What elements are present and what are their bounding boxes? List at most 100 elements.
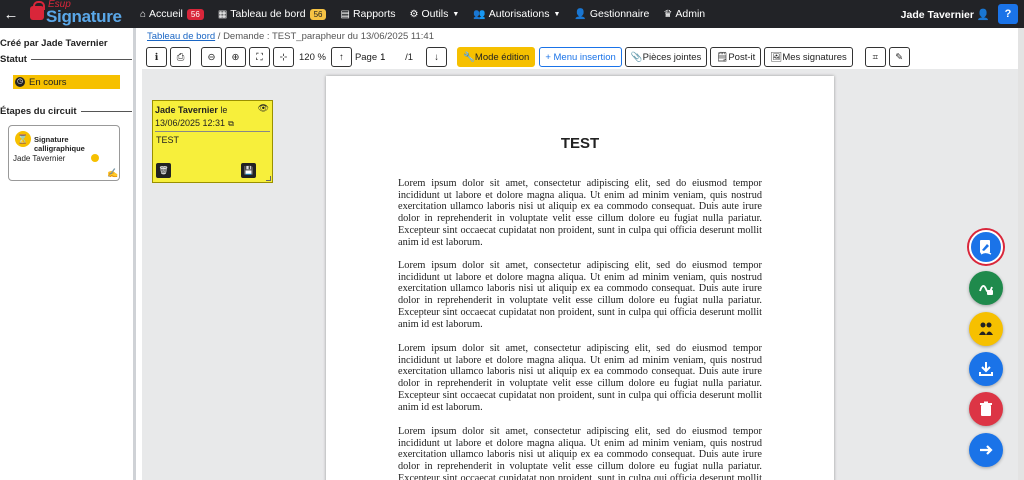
print-button[interactable]: ⎙ bbox=[170, 47, 191, 67]
scan-icon: ⌗ bbox=[872, 51, 878, 63]
zoom-out-button[interactable]: ⊖ bbox=[201, 47, 222, 67]
arrow-left-icon[interactable]: ← bbox=[0, 6, 22, 23]
zoom-in-button[interactable]: ⊕ bbox=[225, 47, 246, 67]
document-page: TEST Lorem ipsum dolor sit amet, consect… bbox=[326, 76, 834, 480]
transfer-fab[interactable] bbox=[969, 312, 1003, 346]
nav-item-gestionnaire[interactable]: 👤 Gestionnaire bbox=[574, 8, 649, 20]
postit-le: le bbox=[220, 105, 228, 115]
user-menu[interactable]: Jade Tavernier 👤 bbox=[901, 8, 990, 21]
nav-label: Accueil bbox=[149, 8, 183, 20]
postit-author: Jade Tavernier bbox=[155, 105, 218, 115]
expand-icon: ⛶ bbox=[256, 51, 263, 63]
delete-fab[interactable] bbox=[969, 392, 1003, 426]
document-title: TEST bbox=[560, 135, 600, 152]
postit-delete-button[interactable]: 🗑 bbox=[156, 163, 171, 178]
signature-icon bbox=[980, 240, 992, 255]
count-badge: 56 bbox=[186, 8, 204, 20]
draw-button[interactable]: ✎ bbox=[888, 47, 910, 67]
nav-item-admin[interactable]: ♛ Admin bbox=[663, 8, 705, 20]
sign-pdf-fab[interactable] bbox=[969, 271, 1003, 305]
help-button[interactable]: ? bbox=[998, 4, 1018, 24]
step-name: Signature calligraphique bbox=[34, 135, 85, 153]
nav-label: Autorisations bbox=[488, 8, 550, 20]
status-label: En cours bbox=[29, 76, 67, 88]
page-label: Page bbox=[354, 51, 378, 63]
nav-item-tableau-de-bord[interactable]: ▦ Tableau de bord 56 bbox=[218, 8, 327, 20]
fit-width-button[interactable]: ⊹ bbox=[273, 47, 294, 67]
resize-handle[interactable] bbox=[266, 176, 271, 181]
breadcrumb-link-dashboard[interactable]: Tableau de bord bbox=[147, 31, 215, 42]
prev-page-button[interactable]: ↑ bbox=[330, 47, 352, 67]
document-toolbar: ℹ ⎙ ⊖ ⊕ ⛶ ⊹ 120 % ↑ Page /1 ↓ 🔧Mode édit… bbox=[139, 45, 1024, 69]
sidebar: Créé par Jade Tavernier Statut ◷ En cour… bbox=[0, 28, 136, 480]
copy-icon[interactable]: ⧉ bbox=[228, 119, 234, 128]
next-fab[interactable] bbox=[969, 433, 1003, 467]
count-badge: 56 bbox=[309, 8, 327, 20]
nav-menu: ⌂ Accueil 56 ▦ Tableau de bord 56 ▤ Rapp… bbox=[140, 8, 719, 20]
nav-item-outils[interactable]: ⚙ Outils ▼ bbox=[410, 8, 460, 20]
nav-item-accueil[interactable]: ⌂ Accueil 56 bbox=[140, 8, 204, 20]
top-navbar: ← Esup Signature ⌂ Accueil 56 ▦ Tableau … bbox=[0, 0, 1024, 28]
postit-save-button[interactable]: 💾 bbox=[241, 163, 256, 178]
nav-item-rapports[interactable]: ▤ Rapports bbox=[340, 8, 395, 20]
paperclip-icon: 📎 bbox=[630, 51, 643, 63]
app-logo[interactable]: Esup Signature bbox=[22, 0, 132, 28]
download-icon bbox=[979, 362, 993, 376]
lock-icon bbox=[30, 1, 45, 20]
user-icon: 👤 bbox=[976, 9, 990, 21]
arrow-right-icon bbox=[980, 445, 993, 455]
my-signatures-button[interactable]: 🖼 Mes signatures bbox=[764, 47, 853, 67]
status-badge: ◷ En cours bbox=[13, 75, 120, 89]
sign-fab[interactable] bbox=[969, 230, 1003, 264]
trash-icon bbox=[980, 401, 992, 416]
trash-icon: 🗑 bbox=[158, 166, 169, 175]
users-icon: 👥 bbox=[473, 8, 486, 20]
zoom-in-icon: ⊕ bbox=[231, 51, 240, 63]
postit-button[interactable]: 🗒 Post-it bbox=[710, 47, 762, 67]
dashboard-icon: ▦ bbox=[217, 8, 228, 20]
step-user: Jade Tavernier bbox=[13, 154, 66, 163]
crown-icon: ♛ bbox=[663, 8, 673, 20]
postit-text[interactable]: TEST bbox=[156, 135, 179, 145]
page-total: /1 bbox=[405, 51, 414, 63]
fit-page-button[interactable]: ⛶ bbox=[249, 47, 270, 67]
clock-icon: ◷ bbox=[15, 77, 25, 87]
edit-mode-button[interactable]: 🔧 Mode édition bbox=[457, 47, 536, 67]
home-icon: ⌂ bbox=[140, 8, 147, 20]
save-icon: 💾 bbox=[243, 166, 254, 175]
tools-icon: ⚙ bbox=[409, 8, 419, 20]
document-paragraph: Lorem ipsum dolor sit amet, consectetur … bbox=[398, 343, 762, 413]
attachments-button[interactable]: 📎 Pièces jointes bbox=[624, 47, 708, 67]
breadcrumb-separator: / bbox=[217, 31, 221, 42]
logo-signature-text: Signature bbox=[46, 7, 122, 26]
signature-icon: ✍ bbox=[107, 168, 119, 178]
arrow-up-icon: ↑ bbox=[339, 51, 344, 63]
next-page-button[interactable]: ↓ bbox=[426, 47, 448, 67]
postit-note[interactable]: Jade Tavernier le 13/06/2025 12:31 ⧉ 👁 TE… bbox=[152, 100, 273, 183]
chevron-down-icon: ▼ bbox=[553, 10, 561, 18]
user-name: Jade Tavernier bbox=[900, 9, 974, 21]
nav-label: Admin bbox=[675, 8, 706, 20]
download-fab[interactable] bbox=[969, 352, 1003, 386]
pdf-viewer[interactable]: TEST Lorem ipsum dolor sit amet, consect… bbox=[142, 69, 1018, 480]
document-paragraph: Lorem ipsum dolor sit amet, consectetur … bbox=[398, 178, 762, 248]
page-number-input[interactable] bbox=[380, 50, 403, 64]
scrollbar[interactable] bbox=[1018, 28, 1024, 480]
info-button[interactable]: ℹ bbox=[146, 47, 167, 67]
zoom-level: 120 % bbox=[299, 51, 326, 63]
main-content: Tableau de bord / Demande : TEST_paraphe… bbox=[139, 28, 1024, 480]
workflow-step-card[interactable]: ⌛ Signature calligraphique Jade Tavernie… bbox=[8, 125, 120, 181]
hourglass-icon: ⌛ bbox=[15, 131, 31, 147]
postit-header: Jade Tavernier le 13/06/2025 12:31 ⧉ bbox=[155, 104, 270, 130]
pending-icon bbox=[91, 154, 99, 162]
nav-label: Tableau de bord bbox=[230, 8, 306, 20]
signature-image-icon: 🖼 bbox=[770, 51, 783, 63]
postit-divider bbox=[155, 131, 270, 132]
zoom-out-icon: ⊖ bbox=[207, 51, 216, 63]
nav-item-autorisations[interactable]: 👥 Autorisations ▼ bbox=[473, 8, 560, 20]
breadcrumb-current: Demande : TEST_parapheur du 13/06/2025 1… bbox=[223, 31, 434, 42]
insert-menu-button[interactable]: + Menu insertion bbox=[539, 47, 622, 67]
created-by: Créé par Jade Tavernier bbox=[0, 38, 108, 49]
eye-icon[interactable]: 👁 bbox=[258, 103, 269, 114]
scan-button[interactable]: ⌗ bbox=[864, 47, 886, 67]
